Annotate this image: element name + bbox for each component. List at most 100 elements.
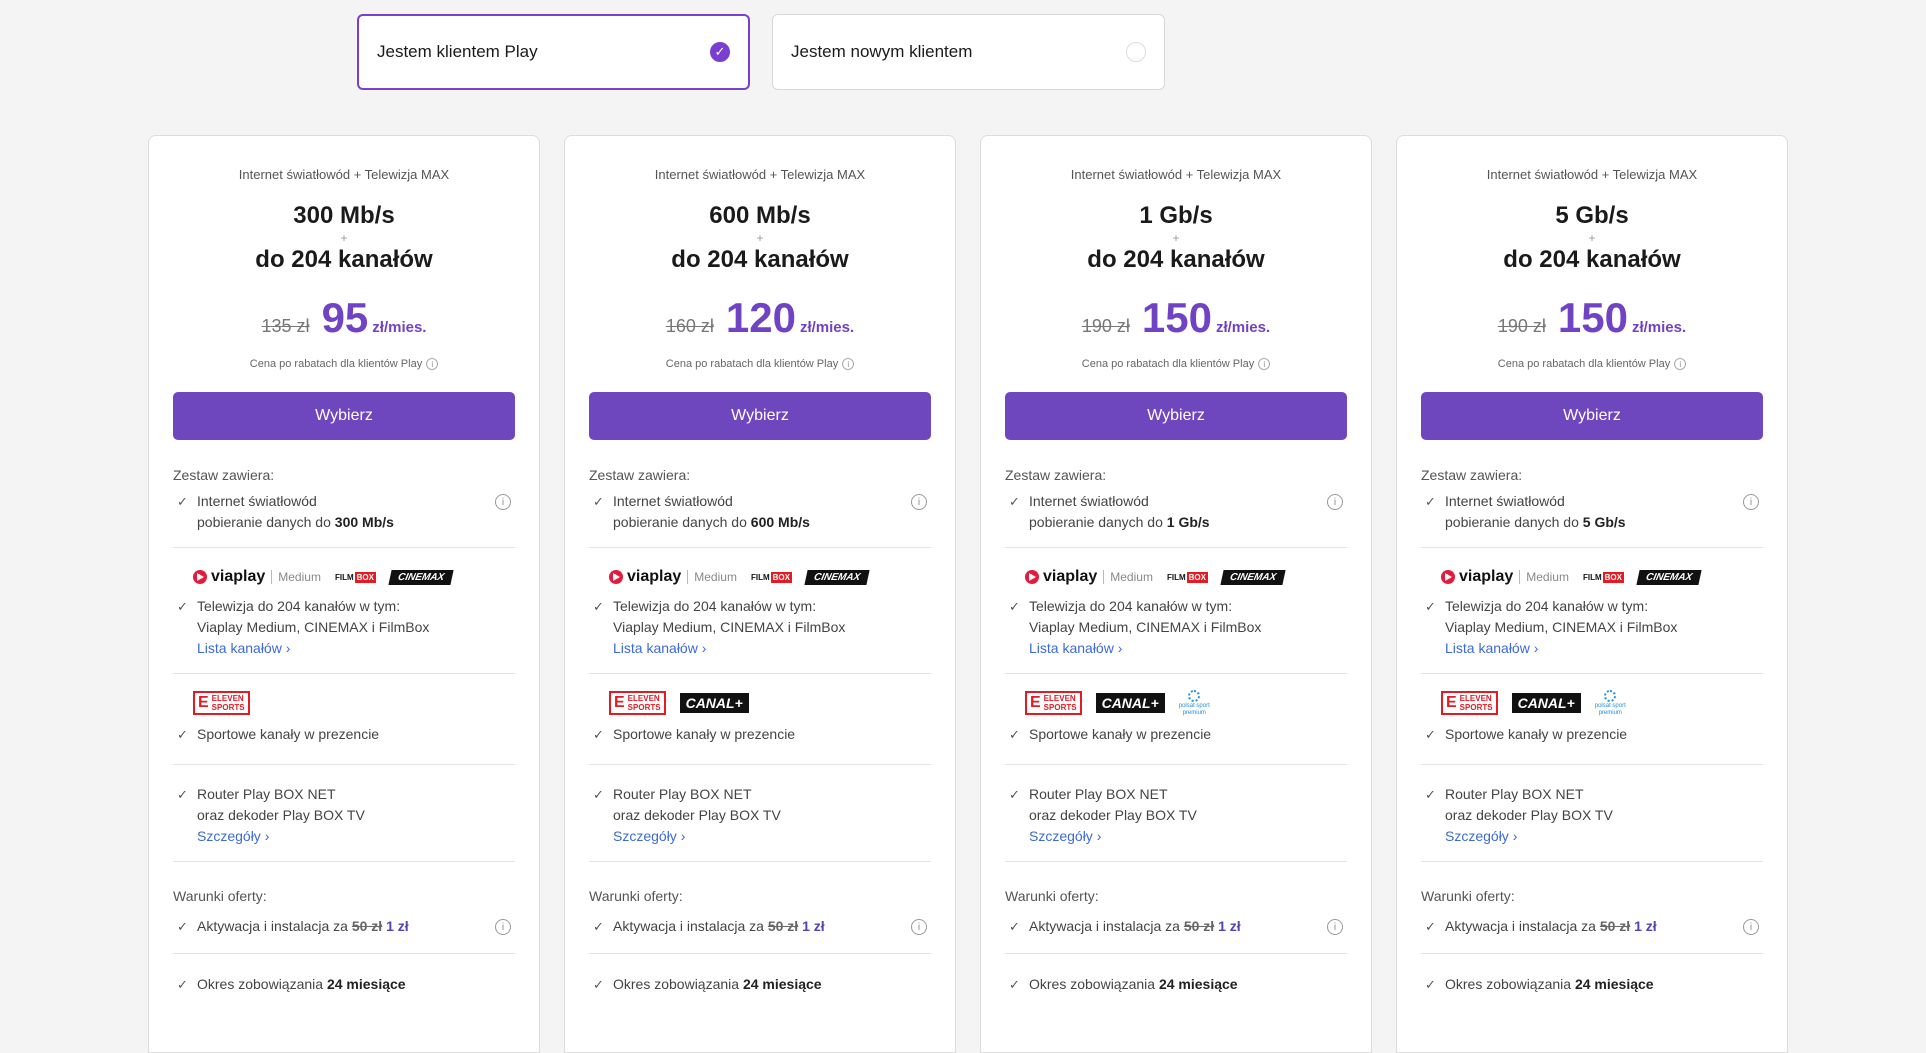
info-icon[interactable]: i (911, 494, 927, 511)
check-icon: ✓ (1425, 599, 1436, 615)
details-link[interactable]: Szczegóły › (197, 826, 515, 847)
price-unit: zł/mies. (1631, 319, 1687, 336)
commitment-item: ✓ Okres zobowiązania 24 miesiące (1421, 974, 1763, 995)
router-line1: Router Play BOX NET (1029, 786, 1168, 803)
polsat-dot-icon (1604, 689, 1617, 702)
activation-item: ✓ Aktywacja i instalacja za 50 zł 1 zł i (173, 916, 515, 937)
eleven-a: ELEVEN (211, 694, 244, 704)
channel-list-link[interactable]: Lista kanałów › (1445, 638, 1763, 659)
activation-new-price: 1 zł (1634, 918, 1657, 935)
filmbox-logo-b: BOX (770, 571, 792, 583)
details-link[interactable]: Szczegóły › (613, 826, 931, 847)
plan-channels: do 204 kanałów (255, 246, 433, 273)
select-button[interactable]: Wybierz (173, 392, 515, 441)
info-icon[interactable]: i (911, 919, 927, 936)
activation-prefix: Aktywacja i instalacja za (1029, 918, 1180, 935)
activation-item: ✓ Aktywacja i instalacja za 50 zł 1 zł i (1005, 916, 1347, 937)
eleven-sports-logo: E ELEVEN SPORTS (609, 691, 666, 716)
viaplay-logo: viaplay (609, 568, 681, 586)
viaplay-logo-text: viaplay (627, 568, 682, 586)
toggle-new-client[interactable]: Jestem nowym klientem (772, 14, 1165, 90)
filmbox-logo: FILM BOX (1583, 571, 1624, 583)
viaplay-logo: viaplay (1441, 568, 1513, 586)
polsat-sport-logo: polsat sport premium (1595, 689, 1626, 717)
router-line1: Router Play BOX NET (1445, 786, 1584, 803)
plan-speed: 5 Gb/s (1555, 202, 1629, 229)
sport-item: ✓ Sportowe kanały w prezencie (589, 724, 931, 745)
check-icon: ✓ (593, 919, 604, 935)
info-icon[interactable]: i (495, 494, 511, 511)
price-row: 135 zł 95 zł/mies. (173, 294, 515, 344)
eleven-a: ELEVEN (1043, 694, 1076, 704)
sport-logos: E ELEVEN SPORTS (173, 690, 515, 716)
channel-list-link[interactable]: Lista kanałów › (1029, 638, 1347, 659)
info-icon[interactable]: i (1743, 919, 1759, 936)
info-icon[interactable]: i (1674, 358, 1687, 371)
filmbox-logo: FILM BOX (751, 571, 792, 583)
divider (173, 547, 515, 549)
cinemax-logo: CINEMAX (1636, 569, 1702, 585)
info-icon[interactable]: i (1258, 358, 1271, 371)
router-line2: oraz dekoder Play BOX TV (613, 807, 781, 824)
activation-new-price: 1 zł (802, 918, 825, 935)
commitment-prefix: Okres zobowiązania (1445, 976, 1572, 993)
info-icon[interactable]: i (842, 358, 855, 371)
info-icon[interactable]: i (1743, 494, 1759, 511)
plan-card: Internet światłowód + Telewizja MAX 600 … (564, 135, 956, 1053)
divider (1421, 547, 1763, 549)
sport-logos: E ELEVEN SPORTS CANAL+ (589, 690, 931, 716)
channel-list-link[interactable]: Lista kanałów › (613, 638, 931, 659)
commitment-value: 24 miesiące (742, 976, 822, 993)
terms-label: Warunki oferty: (1421, 888, 1515, 905)
tv-line1: Telewizja do 204 kanałów w tym: (1029, 598, 1233, 615)
old-price: 190 zł (1497, 316, 1546, 336)
filmbox-logo-b: BOX (1186, 571, 1208, 583)
check-icon: ✓ (1009, 787, 1020, 803)
info-icon[interactable]: i (1327, 919, 1343, 936)
tv-item: ✓ Telewizja do 204 kanałów w tym: Viapla… (173, 596, 515, 659)
select-button[interactable]: Wybierz (1005, 392, 1347, 441)
details-link[interactable]: Szczegóły › (1445, 826, 1763, 847)
polsat-b: premium (1598, 709, 1622, 716)
info-icon[interactable]: i (495, 919, 511, 936)
eleven-sports-logo: E ELEVEN SPORTS (193, 691, 250, 716)
cinemax-logo: CINEMAX (804, 569, 870, 585)
old-price: 160 zł (665, 316, 714, 336)
plan-channels: do 204 kanałów (671, 246, 849, 273)
new-price: 150 (1557, 294, 1628, 341)
price-unit: zł/mies. (799, 319, 855, 336)
filmbox-logo: FILM BOX (1167, 571, 1208, 583)
check-icon: ✓ (1425, 787, 1436, 803)
check-icon: ✓ (1009, 919, 1020, 935)
activation-old-price: 50 zł (767, 918, 799, 935)
filmbox-logo-a: FILM (334, 572, 354, 582)
info-icon[interactable]: i (426, 358, 439, 371)
activation-old-price: 50 zł (1599, 918, 1631, 935)
internet-speed: 1 Gb/s (1166, 514, 1210, 531)
plus-sign: + (340, 231, 348, 245)
plan-subtitle: Internet światłowód + Telewizja MAX (1070, 167, 1282, 182)
viaplay-medium-label: Medium (271, 570, 321, 585)
divider (173, 764, 515, 766)
price-note-text: Cena po rabatach dla klientów Play (1081, 358, 1255, 370)
check-icon: ✓ (1425, 727, 1436, 743)
select-button[interactable]: Wybierz (1421, 392, 1763, 441)
internet-item: ✓ Internet światłowód pobieranie danych … (173, 491, 515, 533)
channel-list-link[interactable]: Lista kanałów › (197, 638, 515, 659)
sport-text: Sportowe kanały w prezencie (613, 726, 796, 743)
info-icon[interactable]: i (1327, 494, 1343, 511)
new-price: 120 (725, 294, 796, 341)
details-link[interactable]: Szczegóły › (1029, 826, 1347, 847)
internet-line2: pobieranie danych do 1 Gb/s (1029, 512, 1347, 533)
eleven-e: E (614, 694, 625, 712)
check-icon: ✓ (593, 599, 604, 615)
select-button[interactable]: Wybierz (589, 392, 931, 441)
plan-speed: 1 Gb/s (1139, 202, 1213, 229)
price-note: Cena po rabatach dla klientów Play i (1005, 358, 1347, 371)
price-row: 190 zł 150 zł/mies. (1421, 294, 1763, 344)
viaplay-mark-icon (1025, 570, 1039, 585)
activation-item: ✓ Aktywacja i instalacja za 50 zł 1 zł i (1421, 916, 1763, 937)
toggle-existing-client[interactable]: Jestem klientem Play ✓ (357, 14, 750, 90)
price-row: 190 zł 150 zł/mies. (1005, 294, 1347, 344)
included-label: Zestaw zawiera: (173, 467, 275, 484)
